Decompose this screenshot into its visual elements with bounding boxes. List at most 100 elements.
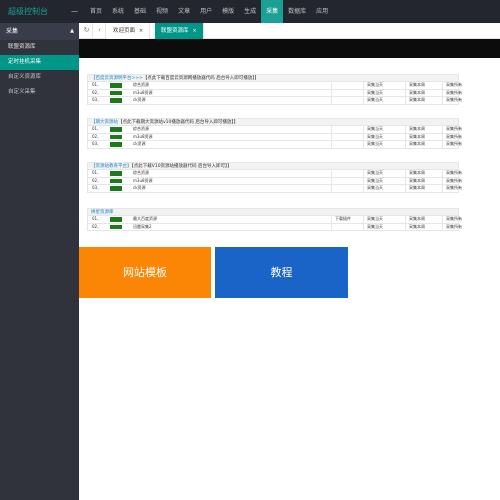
source-site-link[interactable]: 【期大资源站 — [91, 120, 118, 125]
collect-all-button[interactable]: 采集所有 — [442, 185, 462, 192]
resource-name: ck资源 — [133, 185, 146, 190]
collect-table: 【百度云资源明平台>>>【点此下载百度云资源网播放器代码 后台导入即可播放】】 0… — [87, 74, 462, 105]
table-row: 02、 m3u8资源 采集当天 采集本周 采集所有 — [87, 133, 462, 141]
resource-name: ck资源 — [133, 141, 146, 146]
collect-all-button[interactable]: 采集所有 — [442, 126, 462, 133]
collect-all-button[interactable]: 采集所有 — [442, 177, 462, 184]
plugin-download-link[interactable] — [331, 185, 335, 192]
collect-week-button[interactable]: 采集本周 — [405, 170, 425, 177]
tutorial-banner[interactable]: 教程 — [215, 247, 348, 298]
collect-today-button[interactable]: 采集当天 — [363, 223, 383, 230]
collect-table-header: 【期大资源站【点此下载期大资源站v10播放器代码 后台导入即可播放】】 — [87, 118, 459, 126]
nav-item-article[interactable]: 文章 — [173, 0, 195, 23]
player-download-link[interactable]: 【点此下载百度云资源网播放器代码 后台导入即可播放】】 — [143, 76, 259, 81]
nav-item-template[interactable]: 模版 — [217, 0, 239, 23]
collect-week-button[interactable]: 采集本周 — [405, 141, 425, 148]
collect-all-button[interactable]: 采集所有 — [442, 97, 462, 104]
collect-today-button[interactable]: 采集当天 — [363, 185, 383, 192]
resource-name: ck资源 — [133, 97, 146, 102]
template-banner[interactable]: 网站模板 — [79, 247, 211, 298]
tab-bar: ↻ ‹ 欢迎页面 × 联盟资源库 × — [79, 23, 500, 39]
collect-today-button[interactable]: 采集当天 — [363, 97, 383, 104]
source-site-link[interactable]: 拼星资源库 — [91, 210, 114, 215]
plugin-download-link[interactable] — [331, 89, 335, 96]
collect-week-button[interactable]: 采集本周 — [405, 133, 425, 140]
collect-today-button[interactable]: 采集当天 — [363, 177, 383, 184]
collect-week-button[interactable]: 采集本周 — [405, 185, 425, 192]
collect-all-button[interactable]: 采集所有 — [442, 89, 462, 96]
nav-item-basic[interactable]: 基础 — [129, 0, 151, 23]
collect-table-header: 拼星资源库 — [87, 208, 459, 216]
collect-today-button[interactable]: 采集当天 — [363, 126, 383, 133]
collect-week-button[interactable]: 采集本周 — [405, 177, 425, 184]
collect-week-button[interactable]: 采集本周 — [405, 82, 425, 89]
chevron-left-icon[interactable]: ‹ — [94, 23, 106, 39]
resource-name: 综合资源 — [133, 126, 149, 131]
collect-all-button[interactable]: 采集所有 — [442, 223, 462, 230]
nav-item-system[interactable]: 系统 — [107, 0, 129, 23]
plugin-download-link[interactable] — [331, 82, 335, 89]
tab-union-library[interactable]: 联盟资源库 × — [155, 23, 204, 39]
plugin-download-link[interactable] — [331, 170, 335, 177]
collect-today-button[interactable]: 采集当天 — [363, 216, 383, 223]
minus-icon[interactable]: — — [70, 0, 79, 23]
plugin-download-link[interactable] — [331, 223, 335, 230]
sidebar-group-collect[interactable]: 采集 ▲ — [0, 23, 79, 40]
collect-all-button[interactable]: 采集所有 — [442, 141, 462, 148]
close-icon[interactable]: × — [193, 28, 197, 34]
sidebar: 采集 ▲ 联盟资源库 定时挂机采集 自定义资源库 自定义采集 — [0, 23, 79, 500]
plugin-download-link[interactable] — [331, 97, 335, 104]
status-badge — [110, 178, 122, 183]
nav-item-collect[interactable]: 采集 — [261, 0, 284, 23]
status-badge — [110, 127, 122, 132]
source-site-link[interactable]: 【资源站教育平台】 — [91, 164, 132, 169]
collect-all-button[interactable]: 采集所有 — [442, 133, 462, 140]
nav-item-database[interactable]: 数据库 — [283, 0, 311, 23]
collect-week-button[interactable]: 采集本周 — [405, 126, 425, 133]
refresh-icon[interactable]: ↻ — [81, 23, 93, 39]
collect-table: 【期大资源站【点此下载期大资源站v10播放器代码 后台导入即可播放】】 01、 综合… — [87, 118, 462, 149]
table-row: 02、 m3u8资源 采集当天 采集本周 采集所有 — [87, 177, 462, 185]
sidebar-item-union-library[interactable]: 联盟资源库 — [0, 40, 79, 55]
collect-all-button[interactable]: 采集所有 — [442, 216, 462, 223]
status-badge — [110, 186, 122, 191]
sidebar-item-custom-library[interactable]: 自定义资源库 — [0, 70, 79, 85]
player-download-link[interactable]: 【点此下载期大资源站v10播放器代码 后台导入即可播放】】 — [118, 120, 238, 125]
plugin-download-link[interactable] — [331, 141, 335, 148]
collect-all-button[interactable]: 采集所有 — [442, 170, 462, 177]
row-number: 02、 — [92, 89, 102, 95]
row-number: 03、 — [92, 97, 102, 102]
row-number: 01、 — [92, 126, 102, 131]
nav-item-user[interactable]: 用户 — [195, 0, 217, 23]
collect-today-button[interactable]: 采集当天 — [363, 89, 383, 96]
collect-all-button[interactable]: 采集所有 — [442, 82, 462, 89]
nav-item-video[interactable]: 视频 — [151, 0, 173, 23]
collect-today-button[interactable]: 采集当天 — [363, 170, 383, 177]
plugin-download-link[interactable] — [331, 133, 335, 140]
nav-item-generate[interactable]: 生成 — [239, 0, 261, 23]
collect-today-button[interactable]: 采集当天 — [363, 133, 383, 140]
plugin-download-link[interactable] — [331, 126, 335, 133]
table-row: 02、 m3u8资源 采集当天 采集本周 采集所有 — [87, 89, 462, 97]
sidebar-item-timed-collect[interactable]: 定时挂机采集 — [0, 55, 79, 70]
player-download-link[interactable]: 【点此下载V10资源站播放器代码 后台导入即可】】 — [132, 164, 232, 169]
sidebar-item-custom-collect[interactable]: 自定义采集 — [0, 85, 79, 100]
table-row: 03、 ck资源 采集当天 采集本周 采集所有 — [87, 185, 462, 193]
resource-name: m3u8资源 — [133, 89, 153, 95]
collect-week-button[interactable]: 采集本周 — [405, 223, 425, 230]
nav-item-apps[interactable]: 应用 — [311, 0, 333, 23]
close-icon[interactable]: × — [139, 28, 143, 34]
nav-item-home[interactable]: 首页 — [85, 0, 107, 23]
collect-week-button[interactable]: 采集本周 — [405, 89, 425, 96]
row-number: 03、 — [92, 141, 102, 146]
collect-today-button[interactable]: 采集当天 — [363, 82, 383, 89]
collect-table: 【资源站教育平台】【点此下载V10资源站播放器代码 后台导入即可】】 01、 综合资… — [87, 162, 462, 193]
plugin-download-link[interactable] — [331, 177, 335, 184]
collect-week-button[interactable]: 采集本周 — [405, 216, 425, 223]
collect-today-button[interactable]: 采集当天 — [363, 141, 383, 148]
collect-week-button[interactable]: 采集本周 — [405, 97, 425, 104]
source-site-link[interactable]: 【百度云资源明平台>>> — [91, 76, 143, 81]
plugin-download-link[interactable]: 下载插件 — [331, 216, 351, 223]
sidebar-group-label: 采集 — [6, 28, 19, 35]
tab-welcome[interactable]: 欢迎页面 × — [107, 23, 151, 39]
